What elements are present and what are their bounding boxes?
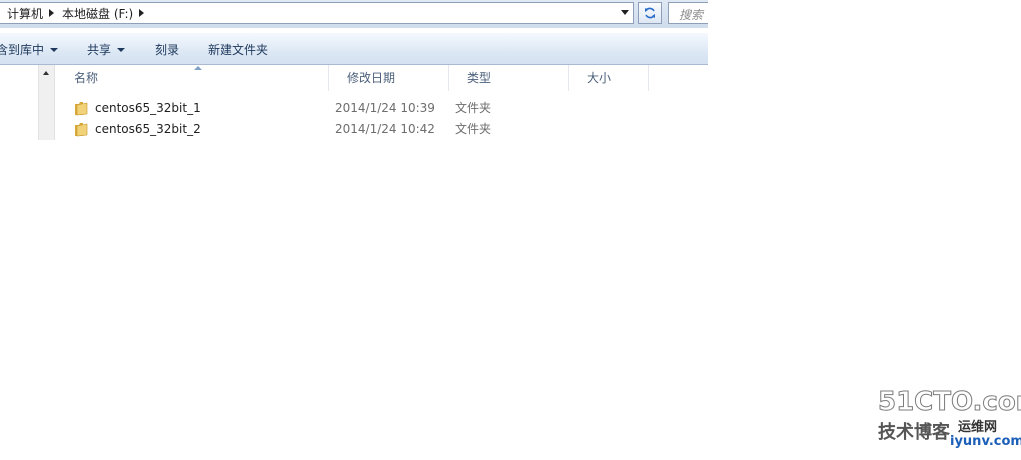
include-in-library-button[interactable]: 含到库中 [0, 41, 59, 58]
chevron-down-icon [50, 47, 59, 52]
column-size-label: 大小 [587, 71, 612, 85]
column-date-label: 修改日期 [347, 71, 396, 85]
explorer-window: 计算机 本地磁盘 (F:) 搜索 含到库中 共享 刻录 新建文件夹 名称 修改日… [0, 0, 708, 140]
watermark-url: iyunv.com [950, 434, 1021, 449]
address-field[interactable]: 计算机 本地磁盘 (F:) [0, 2, 634, 24]
column-name-label: 名称 [74, 71, 99, 85]
command-bar: 含到库中 共享 刻录 新建文件夹 [0, 33, 708, 65]
new-folder-button[interactable]: 新建文件夹 [208, 41, 268, 58]
search-placeholder: 搜索 [679, 8, 704, 22]
column-size[interactable]: 大小 [569, 65, 649, 91]
file-name: centos65_32bit_2 [95, 122, 201, 136]
column-name[interactable]: 名称 [56, 65, 329, 91]
share-button[interactable]: 共享 [87, 41, 126, 58]
sort-up-icon [194, 66, 202, 70]
breadcrumb-computer[interactable]: 计算机 [7, 5, 43, 22]
address-bar: 计算机 本地磁盘 (F:) 搜索 [0, 0, 708, 28]
file-date: 2014/1/24 10:42 [335, 122, 435, 136]
breadcrumb-arrow-icon[interactable] [49, 9, 55, 17]
folder-icon [75, 102, 88, 116]
include-in-library-label: 含到库中 [0, 43, 45, 57]
watermark-subtitle: 技术博客 [878, 422, 950, 443]
column-header: 名称 修改日期 类型 大小 [56, 65, 708, 91]
file-type: 文件夹 [455, 101, 492, 115]
column-date[interactable]: 修改日期 [329, 65, 449, 91]
new-folder-label: 新建文件夹 [208, 43, 269, 57]
column-type[interactable]: 类型 [449, 65, 569, 91]
file-row[interactable]: centos65_32bit_1 2014/1/24 10:39 文件夹 [56, 98, 708, 118]
navigation-pane[interactable] [0, 65, 38, 140]
watermark-site: 51CTO.com [878, 387, 1021, 418]
share-label: 共享 [87, 43, 112, 57]
file-row[interactable]: centos65_32bit_2 2014/1/24 10:42 文件夹 [56, 119, 708, 139]
column-type-label: 类型 [467, 71, 492, 85]
file-date: 2014/1/24 10:39 [335, 101, 435, 115]
breadcrumb-drive-f[interactable]: 本地磁盘 (F:) [62, 5, 133, 22]
chevron-down-icon [117, 47, 126, 52]
burn-label: 刻录 [155, 43, 180, 57]
watermark: 51CTO.com 技术博客 运维网 iyunv.com [876, 387, 1021, 457]
folder-icon [75, 123, 88, 137]
search-input[interactable]: 搜索 [668, 2, 708, 24]
breadcrumb: 计算机 本地磁盘 (F:) [0, 5, 152, 22]
refresh-icon [645, 7, 655, 19]
breadcrumb-arrow-icon[interactable] [139, 9, 145, 17]
refresh-button[interactable] [638, 2, 662, 24]
scroll-up-icon[interactable] [43, 71, 49, 75]
file-type: 文件夹 [455, 122, 492, 136]
watermark-tag: 运维网 [958, 420, 998, 435]
dropdown-arrow-icon[interactable] [621, 10, 629, 15]
nav-scrollbar[interactable] [38, 65, 55, 140]
file-name: centos65_32bit_1 [95, 101, 201, 115]
burn-button[interactable]: 刻录 [155, 41, 179, 58]
